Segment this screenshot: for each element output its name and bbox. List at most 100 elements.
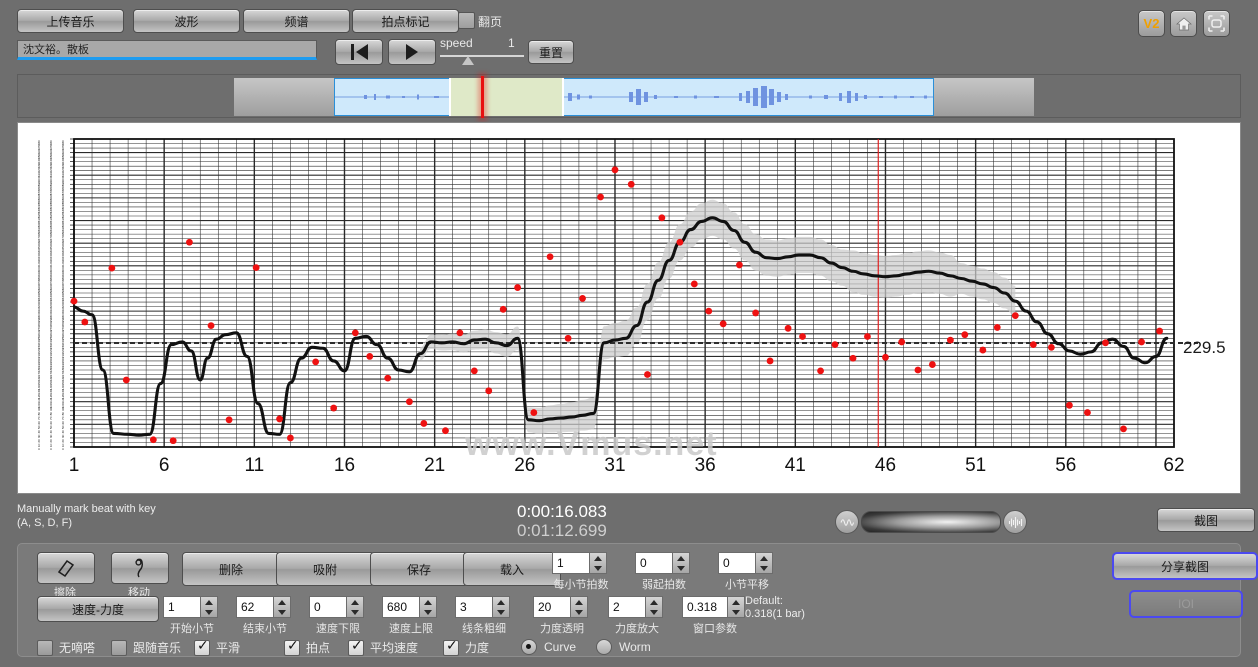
bar-shift-stepper[interactable]: 0 小节平移 (718, 552, 773, 591)
chevron-down-icon[interactable] (278, 609, 286, 615)
beat-point[interactable] (276, 415, 283, 423)
rewind-to-start-button[interactable] (335, 39, 383, 65)
start-bar-stepper[interactable]: 1 开始小节 (163, 596, 218, 635)
beat-point[interactable] (312, 358, 320, 366)
beat-point[interactable] (186, 238, 193, 246)
beat-point[interactable] (1120, 425, 1127, 433)
screenshot-button[interactable]: 截图 (1157, 508, 1255, 532)
beat-point[interactable] (122, 376, 130, 384)
velocity-zoom-value[interactable]: 2 (608, 596, 646, 618)
move-tool-button[interactable] (111, 552, 169, 584)
chevron-down-icon[interactable] (650, 609, 658, 615)
beat-point[interactable] (914, 366, 922, 374)
chevron-up-icon[interactable] (278, 599, 286, 605)
beat-point[interactable] (799, 333, 806, 340)
beat-point[interactable] (690, 280, 698, 288)
beat-point[interactable] (849, 354, 857, 362)
beat-point[interactable] (611, 166, 619, 174)
beat-point[interactable] (719, 320, 727, 328)
tempo-max-stepper[interactable]: 680 速度上限 (382, 596, 437, 635)
pickup-beats-arrows[interactable] (673, 552, 690, 574)
chevron-down-icon[interactable] (594, 565, 602, 571)
follow-music-box[interactable] (111, 639, 127, 656)
beat-point[interactable] (1011, 312, 1019, 320)
share-screenshot-button[interactable]: 分享截图 (1112, 552, 1258, 580)
tempo-min-stepper[interactable]: 0 速度下限 (309, 596, 364, 635)
beats-per-bar-value[interactable]: 1 (552, 552, 590, 574)
no-tick-box[interactable] (37, 639, 53, 656)
beat-point[interactable] (928, 361, 936, 368)
beat-point[interactable] (1029, 341, 1037, 349)
waveform-overview[interactable] (17, 74, 1241, 118)
beat-point[interactable] (627, 180, 635, 188)
overview-playhead[interactable] (481, 76, 484, 118)
waveform-button[interactable]: 波形 (133, 9, 240, 33)
waveform-right-icon[interactable] (1003, 510, 1027, 534)
beat-point[interactable] (864, 333, 871, 340)
window-param-value[interactable]: 0.318 (682, 596, 728, 618)
upload-music-button[interactable]: 上传音乐 (17, 9, 124, 33)
chevron-up-icon[interactable] (205, 599, 213, 605)
beat-point[interactable] (351, 329, 359, 337)
velocity-zoom-stepper[interactable]: 2 力度放大 (608, 596, 663, 635)
beat-point[interactable] (81, 318, 89, 326)
chevron-up-icon[interactable] (497, 599, 505, 605)
tempo-max-value[interactable]: 680 (382, 596, 420, 618)
speed-track[interactable] (440, 55, 524, 57)
beat-point[interactable] (882, 353, 889, 361)
chevron-up-icon[interactable] (575, 599, 583, 605)
beat-point[interactable] (961, 331, 969, 339)
pickup-beats-stepper[interactable]: 0 弱起拍数 (635, 552, 690, 591)
audio-mix-slider[interactable] (835, 510, 1027, 534)
smooth-checkbox[interactable]: ✓ 平滑 (194, 638, 240, 656)
line-width-stepper[interactable]: 3 线条粗细 (455, 596, 510, 635)
no-tick-checkbox[interactable]: 无嘀嗒 (37, 639, 95, 656)
spectrum-button[interactable]: 频谱 (243, 9, 350, 33)
save-button[interactable]: 保存 (370, 552, 468, 586)
beat-point[interactable] (784, 324, 792, 332)
erase-tool-button[interactable] (37, 552, 95, 584)
beat-point[interactable] (108, 264, 116, 272)
beat-point[interactable] (456, 329, 464, 337)
chevron-up-icon[interactable] (351, 599, 359, 605)
velocity-alpha-arrows[interactable] (571, 596, 588, 618)
tempo-min-value[interactable]: 0 (309, 596, 347, 618)
follow-music-checkbox[interactable]: 跟随音乐 (111, 639, 181, 656)
beat-point[interactable] (384, 374, 392, 382)
curve-radio[interactable]: Curve (521, 639, 576, 655)
mix-slider-track[interactable] (861, 511, 1001, 533)
chevron-up-icon[interactable] (760, 555, 768, 561)
beat-point[interactable] (644, 371, 651, 378)
chevron-down-icon[interactable] (760, 565, 768, 571)
beat-point[interactable] (1138, 338, 1145, 346)
beat-point[interactable] (946, 336, 954, 344)
chevron-down-icon[interactable] (732, 609, 740, 615)
beat-point[interactable] (752, 309, 760, 317)
beat-point[interactable] (499, 305, 507, 313)
chevron-down-icon[interactable] (351, 609, 359, 615)
beat-point[interactable] (330, 404, 338, 412)
beat-point[interactable] (286, 434, 294, 442)
chevron-up-icon[interactable] (677, 555, 685, 561)
fullscreen-icon[interactable] (1203, 10, 1230, 37)
beat-point[interactable] (736, 261, 743, 269)
chevron-up-icon[interactable] (732, 599, 740, 605)
v2-badge-icon[interactable]: V2 (1138, 10, 1165, 37)
beat-point[interactable] (530, 409, 538, 416)
line-width-arrows[interactable] (493, 596, 510, 618)
chevron-down-icon[interactable] (677, 565, 685, 571)
beats-checkbox[interactable]: ✓ 拍点 (284, 638, 330, 656)
chevron-down-icon[interactable] (205, 609, 213, 615)
tempo-min-arrows[interactable] (347, 596, 364, 618)
beats-per-bar-stepper[interactable]: 1 每小节拍数 (552, 552, 609, 591)
beat-point[interactable] (597, 193, 604, 201)
velocity-alpha-stepper[interactable]: 20 力度透明 (533, 596, 588, 635)
chevron-down-icon[interactable] (424, 609, 432, 615)
line-width-value[interactable]: 3 (455, 596, 493, 618)
beat-point[interactable] (1066, 401, 1073, 409)
beats-per-bar-arrows[interactable] (590, 552, 607, 574)
start-bar-arrows[interactable] (201, 596, 218, 618)
waveform-left-icon[interactable] (835, 510, 859, 534)
smooth-box[interactable]: ✓ (194, 638, 210, 656)
velocity-box[interactable]: ✓ (443, 638, 459, 656)
